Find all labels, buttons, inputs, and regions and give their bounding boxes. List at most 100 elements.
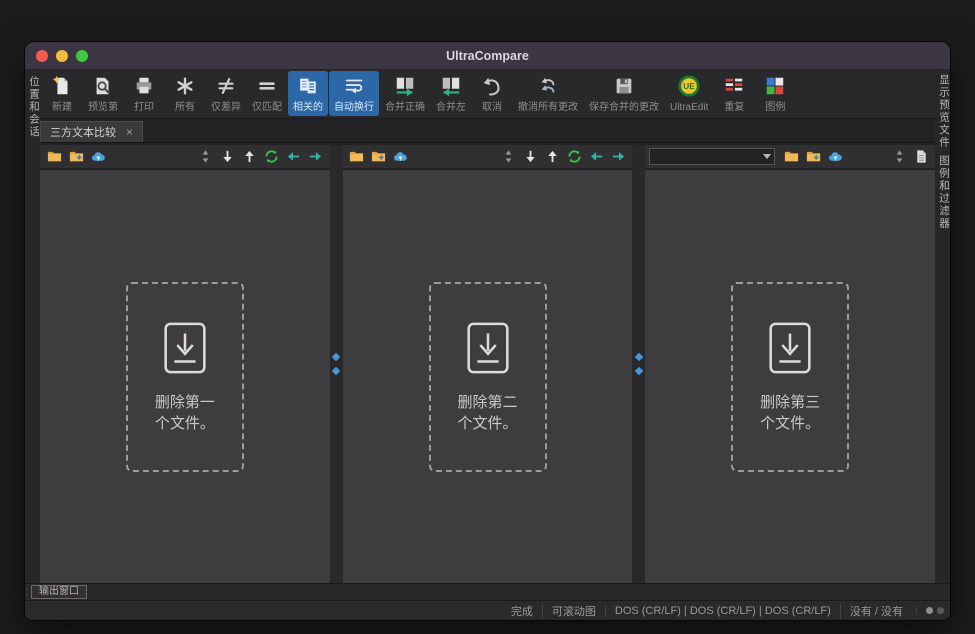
status-item-1: 可滚动图 — [542, 603, 605, 619]
save-icon — [613, 74, 635, 98]
toolbar-button-duplicates[interactable]: 重复 — [714, 71, 754, 116]
toolbar-button-merge-right[interactable]: 合并正确 — [380, 71, 430, 116]
zoom-window-button[interactable] — [76, 50, 88, 62]
arrow-up-icon — [242, 149, 257, 164]
toolbar-button-undo[interactable]: 取消 — [472, 71, 512, 116]
preview-files-panel-tab[interactable]: 显示预览文件 — [937, 74, 950, 149]
output-window-tab[interactable]: 输出窗口 — [31, 585, 87, 599]
nav-left-button[interactable] — [284, 147, 304, 167]
cloud-upload-button[interactable] — [88, 147, 108, 167]
merge-left-icon — [440, 74, 462, 98]
toolbar-button-save-merged[interactable]: 保存合并的更改 — [584, 71, 664, 116]
file-report-button[interactable] — [911, 147, 931, 167]
spin-control[interactable] — [889, 147, 909, 167]
download-file-icon — [761, 319, 819, 377]
cloud-upload-button[interactable] — [391, 147, 411, 167]
titlebar[interactable]: UltraCompare — [25, 42, 950, 69]
folder-open-icon — [784, 149, 799, 164]
previous-difference-button[interactable] — [542, 147, 562, 167]
close-window-button[interactable] — [36, 50, 48, 62]
recompare-button[interactable] — [262, 147, 282, 167]
legend-filter-panel-tab[interactable]: 图例和过滤器 — [937, 155, 950, 230]
tab-close-icon[interactable]: × — [126, 125, 133, 139]
minimize-window-button[interactable] — [56, 50, 68, 62]
file-drop-zone[interactable]: 删除第一个文件。 — [126, 282, 244, 472]
toolbar-button-merge-left[interactable]: 合并左 — [431, 71, 471, 116]
bottom-tab-row: 输出窗口 — [25, 583, 950, 600]
download-file-icon — [156, 319, 214, 377]
toolbar-button-legend[interactable]: 图例 — [755, 71, 795, 116]
center-column: 新建预览第打印所有仅差异仅匹配相关的自动换行合并正确合并左取消撤消所有更改保存合… — [40, 69, 935, 583]
recompare-button[interactable] — [564, 147, 584, 167]
pane-splitter[interactable] — [632, 145, 645, 583]
print-preview-icon — [92, 74, 114, 98]
toolbar-button-show-all[interactable]: 所有 — [165, 71, 205, 116]
nav-right-button[interactable] — [306, 147, 326, 167]
status-dot-icon[interactable] — [926, 607, 933, 614]
status-indicator-dots — [916, 607, 944, 614]
toolbar-button-label: UltraEdit — [670, 102, 708, 114]
toolbar-button-preview[interactable]: 预览第 — [83, 71, 123, 116]
status-item-2: DOS (CR/LF) | DOS (CR/LF) | DOS (CR/LF) — [605, 605, 840, 617]
toolbar-button-label: 所有 — [175, 102, 195, 114]
pane-splitter[interactable] — [330, 145, 343, 583]
toolbar-button-label: 取消 — [482, 102, 502, 114]
nav-right-button[interactable] — [608, 147, 628, 167]
new-folder-button[interactable] — [803, 147, 823, 167]
toolbar-button-new[interactable]: 新建 — [42, 71, 82, 116]
folder-add-icon — [69, 149, 84, 164]
tab-three-way-text-compare[interactable]: 三方文本比较 × — [40, 121, 143, 142]
toolbar-button-label: 合并正确 — [385, 102, 425, 114]
toolbar-button-diff-only[interactable]: 仅差异 — [206, 71, 246, 116]
open-folder-button[interactable] — [347, 147, 367, 167]
arrow-down-icon — [220, 149, 235, 164]
doc-icon — [914, 149, 929, 164]
spinner-icon — [501, 149, 516, 164]
open-folder-button[interactable] — [44, 147, 64, 167]
toolbar-button-related[interactable]: 相关的 — [288, 71, 328, 116]
status-dot-icon[interactable] — [937, 607, 944, 614]
toolbar-button-label: 仅匹配 — [252, 102, 282, 114]
chevron-down-icon[interactable] — [759, 149, 774, 164]
asterisk-icon — [174, 74, 196, 98]
ue-logo-icon — [678, 74, 700, 98]
toolbar-button-ultraedit[interactable]: UltraEdit — [665, 71, 713, 116]
open-folder-button[interactable] — [781, 147, 801, 167]
equal-icon — [256, 74, 278, 98]
new-folder-button[interactable] — [369, 147, 389, 167]
spinner-icon — [198, 149, 213, 164]
toolbar-button-print[interactable]: 打印 — [124, 71, 164, 116]
cloud-upload-icon — [91, 149, 106, 164]
duplicates-icon — [723, 74, 745, 98]
toolbar-button-label: 预览第 — [88, 102, 118, 114]
spin-control[interactable] — [498, 147, 518, 167]
toolbar-button-undo-all[interactable]: 撤消所有更改 — [513, 71, 583, 116]
folder-open-icon — [47, 149, 62, 164]
file-drop-zone[interactable]: 删除第二个文件。 — [429, 282, 547, 472]
merge-right-icon — [394, 74, 416, 98]
pane-content-2: 删除第二个文件。 — [343, 170, 633, 583]
file-path-combobox[interactable] — [649, 148, 775, 165]
next-difference-button[interactable] — [520, 147, 540, 167]
folder-add-icon — [806, 149, 821, 164]
new-folder-button[interactable] — [66, 147, 86, 167]
spin-control[interactable] — [196, 147, 216, 167]
status-item-3: 没有 / 没有 — [840, 603, 912, 619]
drop-zone-label: 删除第二个文件。 — [456, 393, 520, 434]
pane-toolbar-3 — [645, 145, 935, 170]
status-bar: 完成可滚动图DOS (CR/LF) | DOS (CR/LF) | DOS (C… — [25, 600, 950, 620]
toolbar-button-match-only[interactable]: 仅匹配 — [247, 71, 287, 116]
nav-left-button[interactable] — [586, 147, 606, 167]
toolbar-button-word-wrap[interactable]: 自动换行 — [329, 71, 379, 116]
folder-add-icon — [371, 149, 386, 164]
sessions-panel-tab[interactable]: 位置和会话 — [27, 76, 42, 139]
compare-pane-3: 删除第三个文件。 — [645, 145, 935, 583]
next-difference-button[interactable] — [218, 147, 238, 167]
file-drop-zone[interactable]: 删除第三个文件。 — [731, 282, 849, 472]
cloud-upload-button[interactable] — [825, 147, 845, 167]
asterisk-glyph — [174, 75, 196, 97]
previous-difference-button[interactable] — [240, 147, 260, 167]
related-docs-glyph — [297, 75, 319, 97]
toolbar-button-label: 自动换行 — [334, 102, 374, 114]
pane-content-3: 删除第三个文件。 — [645, 170, 935, 583]
